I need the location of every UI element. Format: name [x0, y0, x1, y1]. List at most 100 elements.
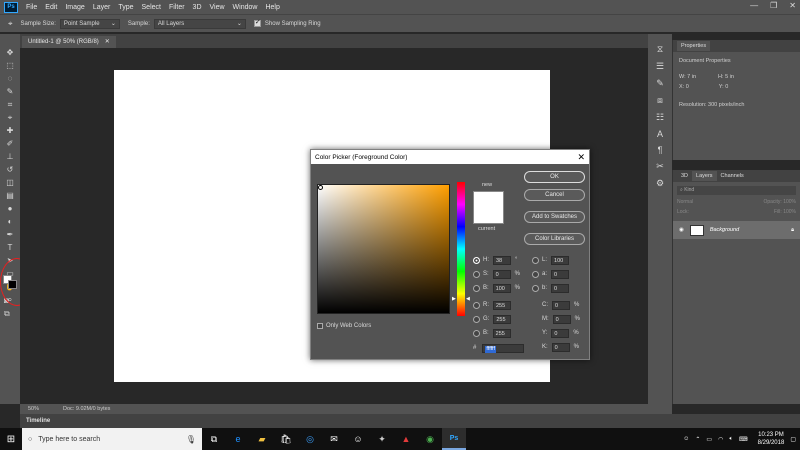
menu-edit[interactable]: Edit: [41, 4, 61, 11]
lab-b-radio[interactable]: [532, 284, 539, 292]
hue-radio[interactable]: [473, 256, 480, 264]
volume-icon[interactable]: 🔈︎: [729, 436, 733, 443]
ok-button[interactable]: OK: [524, 171, 585, 183]
brightness-radio[interactable]: [473, 284, 480, 292]
quick-select-tool-icon[interactable]: ✎: [3, 85, 17, 98]
history-brush-icon[interactable]: ↺: [3, 163, 17, 176]
lab-l-radio[interactable]: [532, 256, 539, 264]
acrobat-icon[interactable]: ▲: [394, 428, 418, 450]
chevron-up-icon[interactable]: ⌃: [695, 436, 700, 443]
menu-image[interactable]: Image: [61, 4, 88, 11]
eyedropper-icon[interactable]: ⌖: [3, 111, 17, 124]
tools-icon[interactable]: ✂: [653, 161, 667, 172]
yellow-field[interactable]: 0: [551, 328, 570, 338]
blend-mode-select[interactable]: Normal: [677, 199, 693, 205]
menu-filter[interactable]: Filter: [165, 4, 189, 11]
color-field[interactable]: [317, 184, 450, 314]
windows-start-icon[interactable]: ⊞: [0, 428, 22, 450]
opacity-value[interactable]: 100%: [783, 199, 796, 205]
marquee-tool-icon[interactable]: ⬚: [3, 59, 17, 72]
wifi-icon[interactable]: ◠: [718, 436, 723, 443]
tab-3d[interactable]: 3D: [677, 171, 692, 181]
task-view-icon[interactable]: ⧉: [202, 428, 226, 450]
menu-layer[interactable]: Layer: [89, 4, 115, 11]
people-icon[interactable]: ☺: [683, 436, 689, 442]
cancel-button[interactable]: Cancel: [524, 189, 585, 201]
document-tab[interactable]: Untitled-1 @ 50% (RGB/8) ✕: [22, 36, 116, 48]
x-value[interactable]: 0: [686, 84, 689, 90]
sample-select[interactable]: All Layers ⌄: [153, 18, 246, 29]
hue-slider-handle-left-icon[interactable]: ▶: [452, 296, 456, 302]
black-field[interactable]: 0: [551, 342, 570, 352]
cyan-field[interactable]: 0: [552, 300, 570, 310]
notifications-icon[interactable]: ▢: [790, 436, 796, 443]
magenta-field[interactable]: 0: [552, 314, 571, 324]
add-to-swatches-button[interactable]: Add to Swatches: [524, 211, 585, 223]
green-field[interactable]: 255: [493, 314, 512, 324]
safari-icon[interactable]: ◎: [298, 428, 322, 450]
color-libraries-button[interactable]: Color Libraries: [524, 233, 585, 245]
dodge-tool-icon[interactable]: ◐: [3, 215, 17, 228]
blue-field[interactable]: 255: [492, 328, 511, 338]
microphone-icon[interactable]: 🎙︎: [186, 435, 196, 444]
width-value[interactable]: 7 in: [687, 74, 696, 80]
only-web-colors-checkbox[interactable]: [317, 323, 323, 329]
crop-tool-icon[interactable]: ⌗: [3, 98, 17, 111]
edge-browser-icon[interactable]: e: [226, 428, 250, 450]
file-explorer-icon[interactable]: ▰: [250, 428, 274, 450]
feedback-icon[interactable]: ☺: [346, 428, 370, 450]
layer-row-background[interactable]: ◉ Background 🔒︎: [673, 221, 800, 239]
menu-file[interactable]: File: [22, 4, 41, 11]
height-value[interactable]: 5 in: [725, 74, 734, 80]
tab-channels[interactable]: Channels: [717, 171, 748, 181]
blur-tool-icon[interactable]: ●: [3, 202, 17, 215]
lab-b-field[interactable]: 0: [551, 283, 570, 293]
layer-filter-kind[interactable]: ⌕ Kind: [677, 186, 796, 195]
eraser-tool-icon[interactable]: ◫: [3, 176, 17, 189]
menu-type[interactable]: Type: [114, 4, 137, 11]
keyboard-icon[interactable]: ⌨: [739, 436, 748, 443]
chrome-icon[interactable]: ◉: [418, 428, 442, 450]
eyedropper-tool-icon[interactable]: ⌖: [8, 19, 13, 29]
lab-a-radio[interactable]: [532, 270, 539, 278]
tab-properties[interactable]: Properties: [677, 41, 711, 51]
stamp-tool-icon[interactable]: ⊥: [3, 150, 17, 163]
close-icon[interactable]: ✕: [577, 150, 585, 164]
eye-icon[interactable]: ◉: [679, 227, 684, 233]
menu-help[interactable]: Help: [261, 4, 283, 11]
battery-icon[interactable]: ▭: [706, 436, 712, 443]
y-value[interactable]: 0: [725, 84, 728, 90]
menu-window[interactable]: Window: [229, 4, 262, 11]
type-tool-icon[interactable]: T: [3, 241, 17, 254]
maximize-icon[interactable]: ❐: [770, 1, 777, 10]
close-window-icon[interactable]: ✕: [789, 1, 796, 10]
healing-brush-icon[interactable]: ✚: [3, 124, 17, 137]
hue-field[interactable]: 38: [493, 255, 511, 265]
menu-view[interactable]: View: [206, 4, 229, 11]
red-radio[interactable]: [473, 301, 480, 309]
app-icon[interactable]: ✦: [370, 428, 394, 450]
adjustments-icon[interactable]: ☰: [653, 61, 667, 72]
move-tool-icon[interactable]: ✥: [3, 46, 17, 59]
taskbar-search-box[interactable]: ○ Type here to search 🎙︎: [22, 428, 202, 450]
brightness-field[interactable]: 100: [492, 283, 511, 293]
menu-select[interactable]: Select: [138, 4, 165, 11]
sampling-ring-checkbox[interactable]: [253, 18, 261, 27]
red-field[interactable]: 255: [493, 300, 511, 310]
gradient-tool-icon[interactable]: ▤: [3, 189, 17, 202]
screen-mode-icon[interactable]: ⧉: [4, 309, 10, 319]
brush-settings-icon[interactable]: ✎: [653, 78, 667, 89]
sample-size-select[interactable]: Point Sample ⌄: [59, 18, 120, 29]
clock[interactable]: 10:23 PM 8/29/2018: [758, 431, 785, 447]
tab-layers[interactable]: Layers: [692, 171, 717, 181]
saturation-field[interactable]: 0: [492, 269, 511, 279]
zoom-level[interactable]: 50%: [28, 406, 39, 412]
history-icon[interactable]: ⧖: [653, 44, 667, 55]
hex-field[interactable]: ffffff: [482, 343, 525, 353]
libraries-icon[interactable]: ⚙: [653, 178, 667, 189]
minimize-icon[interactable]: —: [750, 1, 758, 10]
hue-slider[interactable]: [457, 182, 465, 316]
close-tab-icon[interactable]: ✕: [105, 36, 110, 48]
properties-icon[interactable]: ☷: [653, 112, 667, 123]
hue-slider-handle-right-icon[interactable]: ◀: [466, 296, 470, 302]
